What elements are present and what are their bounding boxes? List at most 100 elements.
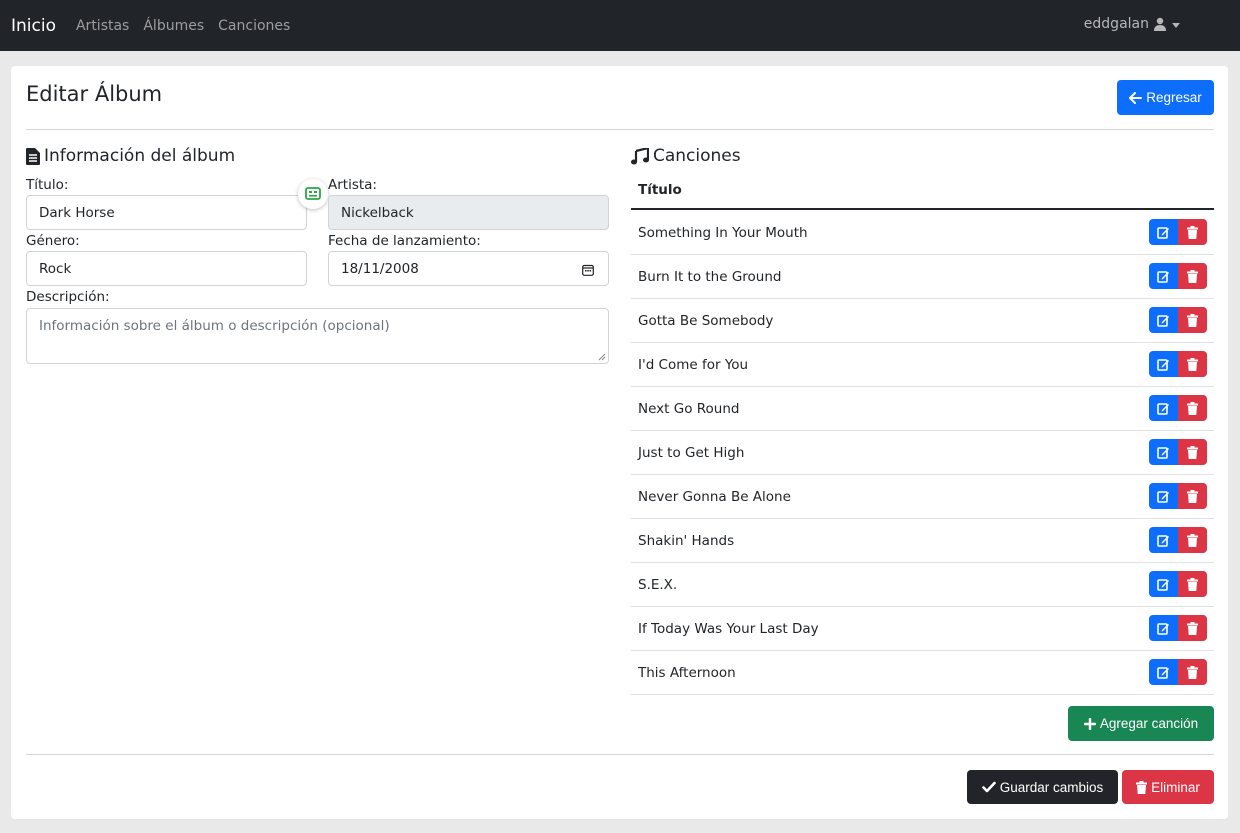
arrow-left-icon — [1129, 91, 1143, 104]
file-text-icon — [26, 147, 40, 165]
fecha-input[interactable]: 18/11/2008 — [328, 251, 609, 286]
edit-icon — [1157, 446, 1169, 459]
edit-song-button[interactable] — [1149, 659, 1178, 685]
edit-icon — [1157, 358, 1169, 371]
user-icon — [1154, 17, 1166, 31]
edit-icon — [1157, 490, 1169, 503]
form-helper-icon[interactable] — [298, 179, 328, 209]
nav-link-canciones[interactable]: Canciones — [218, 18, 290, 34]
song-title: S.E.X. — [638, 576, 678, 593]
song-title: Burn It to the Ground — [638, 268, 782, 285]
song-title: If Today Was Your Last Day — [638, 620, 819, 637]
header-divider — [26, 129, 1214, 130]
chevron-down-icon — [1172, 22, 1180, 28]
delete-song-button[interactable] — [1178, 263, 1207, 289]
save-changes-label: Guardar cambios — [999, 779, 1104, 795]
trash-icon — [1187, 269, 1198, 283]
trash-icon — [1187, 401, 1198, 415]
plus-icon — [1083, 717, 1096, 730]
titulo-label: Título: — [26, 177, 69, 193]
trash-icon — [1187, 533, 1198, 547]
song-row: S.E.X. — [631, 563, 1214, 607]
trash-icon — [1187, 313, 1198, 327]
delete-song-button[interactable] — [1178, 615, 1207, 641]
column-header-titulo: Título — [638, 182, 682, 198]
song-title: Gotta Be Somebody — [638, 312, 774, 329]
check-icon — [981, 781, 996, 793]
delete-song-button[interactable] — [1178, 351, 1207, 377]
trash-icon — [1187, 489, 1198, 503]
nav-brand-inicio[interactable]: Inicio — [11, 16, 56, 36]
genero-input[interactable]: Rock — [26, 251, 307, 286]
edit-icon — [1157, 402, 1169, 415]
album-info-heading: Información del álbum — [26, 146, 235, 166]
artista-label: Artista: — [328, 177, 377, 193]
edit-icon — [1157, 578, 1169, 591]
delete-album-label: Eliminar — [1151, 779, 1200, 795]
artista-input: Nickelback — [328, 195, 609, 230]
genero-label: Género: — [26, 233, 80, 249]
song-title: Just to Get High — [638, 444, 745, 461]
album-edit-card: Editar Álbum Regresar Información del ál… — [11, 66, 1228, 819]
back-button[interactable]: Regresar — [1117, 80, 1214, 115]
delete-song-button[interactable] — [1178, 439, 1207, 465]
save-changes-button[interactable]: Guardar cambios — [967, 770, 1118, 804]
trash-icon — [1187, 225, 1198, 239]
song-title: I'd Come for You — [638, 356, 749, 373]
edit-icon — [1157, 270, 1169, 283]
delete-song-button[interactable] — [1178, 527, 1207, 553]
nav-link-artistas[interactable]: Artistas — [76, 18, 129, 34]
song-row: Next Go Round — [631, 387, 1214, 431]
top-navbar: Inicio Artistas Álbumes Canciones eddgal… — [0, 0, 1240, 51]
song-row: Something In Your Mouth — [631, 211, 1214, 255]
page-title: Editar Álbum — [26, 82, 163, 106]
edit-song-button[interactable] — [1149, 571, 1178, 597]
edit-song-button[interactable] — [1149, 483, 1178, 509]
titulo-input[interactable]: Dark Horse — [26, 195, 307, 230]
add-song-label: Agregar canción — [1099, 716, 1199, 731]
delete-song-button[interactable] — [1178, 659, 1207, 685]
edit-song-button[interactable] — [1149, 527, 1178, 553]
user-menu-dropdown[interactable]: eddgalan — [1084, 16, 1180, 32]
edit-song-button[interactable] — [1149, 351, 1178, 377]
edit-song-button[interactable] — [1149, 263, 1178, 289]
edit-song-button[interactable] — [1149, 615, 1178, 641]
trash-icon — [1187, 357, 1198, 371]
descripcion-label: Descripción: — [26, 289, 110, 305]
delete-song-button[interactable] — [1178, 571, 1207, 597]
trash-icon — [1187, 665, 1198, 679]
song-title: Next Go Round — [638, 400, 740, 417]
songs-heading: Canciones — [631, 146, 741, 166]
songs-table-header: Título — [631, 172, 1214, 210]
resize-handle-icon[interactable] — [598, 353, 606, 361]
edit-song-button[interactable] — [1149, 307, 1178, 333]
delete-song-button[interactable] — [1178, 483, 1207, 509]
song-title: This Afternoon — [638, 664, 736, 681]
delete-song-button[interactable] — [1178, 395, 1207, 421]
delete-song-button[interactable] — [1178, 307, 1207, 333]
delete-album-button[interactable]: Eliminar — [1122, 770, 1214, 804]
edit-icon — [1157, 666, 1169, 679]
calendar-icon[interactable] — [582, 264, 594, 276]
edit-song-button[interactable] — [1149, 219, 1178, 245]
trash-icon — [1187, 577, 1198, 591]
edit-song-button[interactable] — [1149, 395, 1178, 421]
trash-icon — [1136, 780, 1148, 794]
add-song-button[interactable]: Agregar canción — [1068, 706, 1214, 741]
nav-link-albumes[interactable]: Álbumes — [143, 18, 204, 34]
descripcion-textarea[interactable]: Información sobre el álbum o descripción… — [26, 308, 609, 364]
song-row: Burn It to the Ground — [631, 255, 1214, 299]
edit-icon — [1157, 534, 1169, 547]
fecha-label: Fecha de lanzamiento: — [328, 233, 481, 249]
song-row: If Today Was Your Last Day — [631, 607, 1214, 651]
delete-song-button[interactable] — [1178, 219, 1207, 245]
song-row: Shakin' Hands — [631, 519, 1214, 563]
edit-song-button[interactable] — [1149, 439, 1178, 465]
edit-icon — [1157, 226, 1169, 239]
song-row: This Afternoon — [631, 651, 1214, 695]
edit-icon — [1157, 314, 1169, 327]
song-row: Gotta Be Somebody — [631, 299, 1214, 343]
song-title: Never Gonna Be Alone — [638, 488, 791, 505]
music-icon — [631, 147, 649, 164]
id-card-icon — [305, 187, 321, 200]
